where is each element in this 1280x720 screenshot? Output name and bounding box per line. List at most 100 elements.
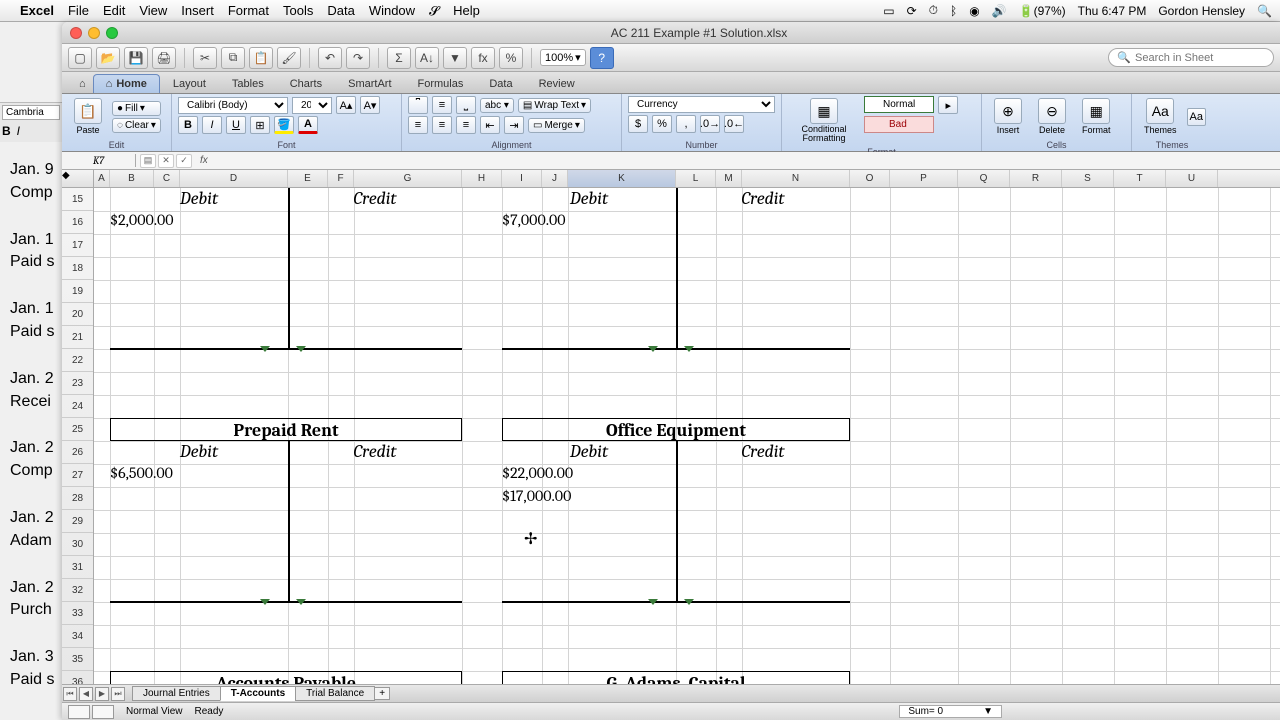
font-name-select[interactable]: Calibri (Body)	[178, 97, 288, 114]
row-header-21[interactable]: 21	[62, 326, 93, 349]
bluetooth-icon[interactable]: ᛒ	[950, 4, 957, 18]
col-header-A[interactable]: A	[94, 170, 110, 187]
sort-icon[interactable]: A↓	[415, 47, 439, 69]
row-header-32[interactable]: 32	[62, 579, 93, 602]
row-header-30[interactable]: 30	[62, 533, 93, 556]
align-middle-icon[interactable]: ≡	[432, 96, 452, 114]
col-header-L[interactable]: L	[676, 170, 716, 187]
themes-button[interactable]: AaThemes	[1138, 96, 1183, 137]
autosum-icon[interactable]: Σ	[387, 47, 411, 69]
comma-icon[interactable]: ,	[676, 115, 696, 133]
tab-home[interactable]: ⌂Home	[93, 74, 160, 93]
col-header-C[interactable]: C	[154, 170, 180, 187]
timemachine-icon[interactable]: ⏱	[929, 3, 938, 18]
redo-icon[interactable]: ↷	[346, 47, 370, 69]
italic-button[interactable]: I	[202, 116, 222, 134]
row-header-26[interactable]: 26	[62, 441, 93, 464]
col-header-B[interactable]: B	[110, 170, 154, 187]
col-header-D[interactable]: D	[180, 170, 288, 187]
sheet-tab-taccounts[interactable]: T-Accounts	[220, 686, 296, 701]
menu-edit[interactable]: Edit	[103, 3, 125, 18]
col-header-O[interactable]: O	[850, 170, 890, 187]
paste-icon[interactable]: 📋	[249, 47, 273, 69]
app-name[interactable]: Excel	[20, 3, 54, 18]
wrap-text-button[interactable]: ▤ Wrap Text ▾	[518, 98, 591, 113]
row-header-29[interactable]: 29	[62, 510, 93, 533]
align-top-icon[interactable]: ⎴	[408, 96, 428, 114]
col-header-Q[interactable]: Q	[958, 170, 1010, 187]
insert-cells-button[interactable]: ⊕Insert	[988, 96, 1028, 137]
tab-tables[interactable]: Tables	[219, 74, 277, 93]
menu-tools[interactable]: Tools	[283, 3, 313, 18]
row-header-34[interactable]: 34	[62, 625, 93, 648]
spreadsheet[interactable]: ◆ ABCDEFGHIJKLMNOPQRSTU 1516171819202122…	[62, 170, 1280, 684]
help-icon[interactable]: ?	[590, 47, 614, 69]
clock[interactable]: Thu 6:47 PM	[1078, 4, 1147, 18]
row-header-33[interactable]: 33	[62, 602, 93, 625]
percent-icon[interactable]: %	[652, 115, 672, 133]
undo-icon[interactable]: ↶	[318, 47, 342, 69]
spotlight-icon[interactable]: 🔍	[1257, 4, 1272, 18]
style-bad[interactable]: Bad	[864, 116, 934, 133]
paste-button[interactable]: 📋Paste	[68, 96, 108, 137]
tab-review[interactable]: Review	[526, 74, 588, 93]
theme-colors-icon[interactable]: Aa	[1187, 108, 1206, 126]
style-normal[interactable]: Normal	[864, 96, 934, 113]
status-sum[interactable]: Sum= 0▼	[899, 705, 1002, 718]
print-icon[interactable]: 🖨	[152, 47, 176, 69]
col-header-P[interactable]: P	[890, 170, 958, 187]
row-header-15[interactable]: 15	[62, 188, 93, 211]
format-painter-icon[interactable]: 🖌	[277, 47, 301, 69]
tab-nav-first-icon[interactable]: ⏮	[63, 687, 77, 701]
borders-button[interactable]: ⊞	[250, 116, 270, 134]
merge-button[interactable]: ▭ Merge ▾	[528, 118, 585, 133]
cut-icon[interactable]: ✂	[193, 47, 217, 69]
delete-cells-button[interactable]: ⊖Delete	[1032, 96, 1072, 137]
tab-collapse[interactable]: ⌂	[72, 74, 93, 93]
row-header-20[interactable]: 20	[62, 303, 93, 326]
window-titlebar[interactable]: AC 211 Example #1 Solution.xlsx	[62, 22, 1280, 44]
volume-icon[interactable]: 🔊	[992, 4, 1007, 18]
col-header-J[interactable]: J	[542, 170, 568, 187]
col-header-I[interactable]: I	[502, 170, 542, 187]
font-color-button[interactable]: A	[298, 116, 318, 134]
row-header-36[interactable]: 36	[62, 671, 93, 684]
filter-icon[interactable]: ▼	[443, 47, 467, 69]
show-formulas-icon[interactable]: %	[499, 47, 523, 69]
add-sheet-button[interactable]: +	[374, 687, 390, 700]
save-icon[interactable]: 💾	[124, 47, 148, 69]
view-normal-icon[interactable]	[68, 705, 90, 719]
row-header-28[interactable]: 28	[62, 487, 93, 510]
cancel-formula-icon[interactable]: ✕	[158, 154, 174, 168]
tab-nav-last-icon[interactable]: ⏭	[111, 687, 125, 701]
indent-less-icon[interactable]: ⇤	[480, 116, 500, 134]
battery-icon[interactable]: 🔋 (97%)	[1019, 4, 1066, 18]
minimize-icon[interactable]	[88, 27, 100, 39]
decimal-dec-icon[interactable]: .0←	[724, 115, 744, 133]
clear-button[interactable]: ◌ Clear ▾	[112, 118, 161, 133]
menu-scripts-icon[interactable]: 𝓢	[429, 3, 439, 19]
menu-help[interactable]: Help	[453, 3, 480, 18]
col-header-K[interactable]: K	[568, 170, 676, 187]
align-right-icon[interactable]: ≡	[456, 116, 476, 134]
col-header-F[interactable]: F	[328, 170, 354, 187]
menu-view[interactable]: View	[139, 3, 167, 18]
conditional-formatting-button[interactable]: ▦Conditional Formatting	[788, 96, 860, 145]
row-header-24[interactable]: 24	[62, 395, 93, 418]
grow-font-icon[interactable]: A▴	[336, 96, 356, 114]
underline-button[interactable]: U	[226, 116, 246, 134]
search-input[interactable]	[1135, 52, 1265, 64]
row-header-25[interactable]: 25	[62, 418, 93, 441]
sheet-tab-journal[interactable]: Journal Entries	[132, 686, 221, 701]
tab-nav-next-icon[interactable]: ▶	[95, 687, 109, 701]
formula-input[interactable]	[208, 155, 1280, 167]
row-header-23[interactable]: 23	[62, 372, 93, 395]
menu-insert[interactable]: Insert	[181, 3, 214, 18]
shrink-font-icon[interactable]: A▾	[360, 96, 380, 114]
bold-button[interactable]: B	[178, 116, 198, 134]
col-header-S[interactable]: S	[1062, 170, 1114, 187]
wifi-icon[interactable]: ◉	[969, 4, 979, 18]
col-header-G[interactable]: G	[354, 170, 462, 187]
sheet-nav-icon[interactable]: ▤	[140, 154, 156, 168]
search-box[interactable]: 🔍	[1108, 48, 1274, 67]
